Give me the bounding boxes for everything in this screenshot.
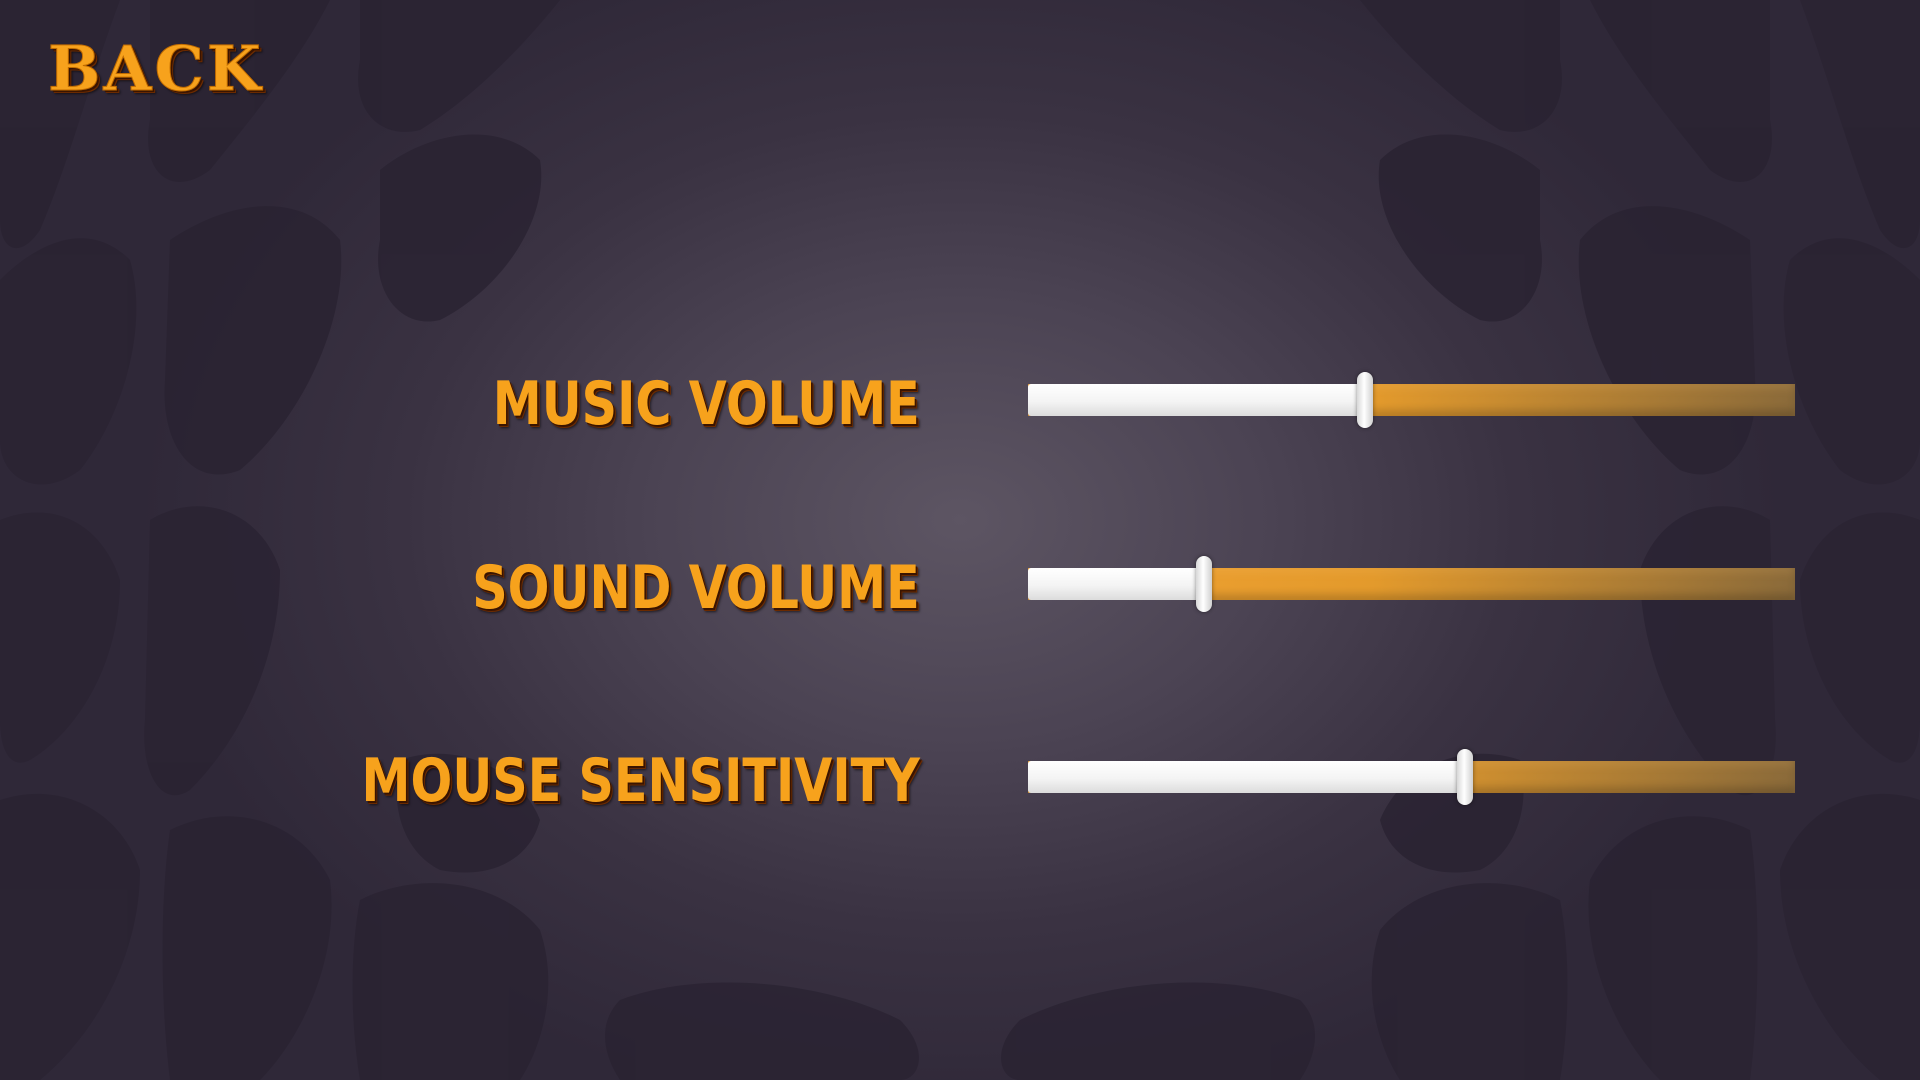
slider-fill (1028, 568, 1204, 600)
slider-fill (1028, 761, 1465, 793)
mouse-sensitivity-handle[interactable] (1457, 749, 1473, 805)
sound-volume-handle[interactable] (1196, 556, 1212, 612)
mouse-sensitivity-slider[interactable] (1028, 749, 1795, 805)
music-volume-handle[interactable] (1357, 372, 1373, 428)
settings-screen: BACK MUSIC VOLUME SOUND VOLUME MOUSE SEN… (0, 0, 1920, 1080)
mouse-sensitivity-row: MOUSE SENSITIVITY (0, 743, 1920, 823)
music-volume-label: MUSIC VOLUME (492, 369, 920, 439)
background-vein-pattern (0, 0, 1920, 1080)
music-volume-slider[interactable] (1028, 372, 1795, 428)
sound-volume-row: SOUND VOLUME (0, 550, 1920, 630)
mouse-sensitivity-label: MOUSE SENSITIVITY (361, 746, 920, 816)
music-volume-row: MUSIC VOLUME (0, 366, 1920, 446)
back-button[interactable]: BACK (48, 37, 264, 100)
slider-fill (1028, 384, 1365, 416)
sound-volume-slider[interactable] (1028, 556, 1795, 612)
sound-volume-label: SOUND VOLUME (472, 553, 920, 623)
